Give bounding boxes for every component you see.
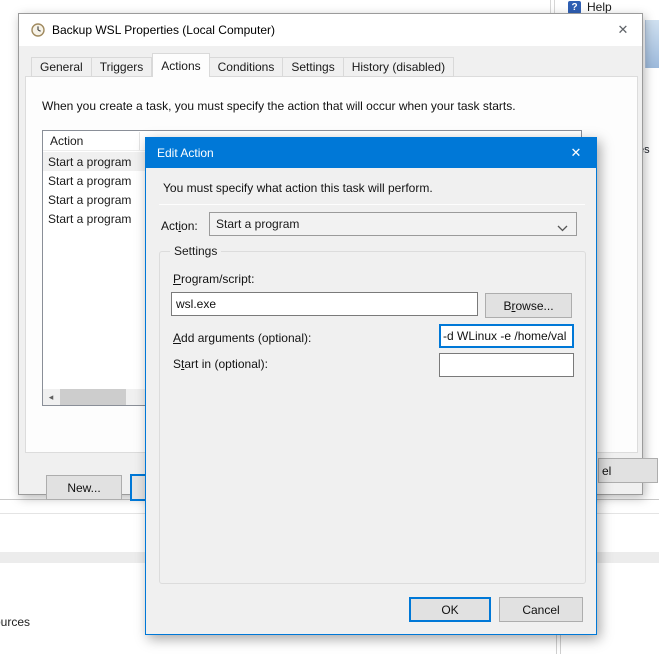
scrollbar-thumb[interactable] bbox=[60, 389, 126, 405]
new-button[interactable]: New... bbox=[46, 475, 122, 500]
action-select-value: Start a program bbox=[216, 217, 299, 231]
action-column-header: Action bbox=[50, 134, 83, 148]
background-text-fragment: ources bbox=[0, 615, 30, 629]
program-script-input[interactable] bbox=[171, 292, 478, 316]
background-divider bbox=[560, 634, 561, 654]
ok-button[interactable]: OK bbox=[409, 597, 491, 622]
action-label: Action: bbox=[161, 219, 198, 233]
program-script-label: Program/script: bbox=[173, 272, 254, 286]
tab-settings[interactable]: Settings bbox=[283, 57, 343, 77]
close-icon[interactable]: ✕ bbox=[562, 141, 590, 165]
tab-history[interactable]: History (disabled) bbox=[344, 57, 454, 77]
column-divider[interactable] bbox=[139, 132, 140, 150]
actions-description: When you create a task, you must specify… bbox=[42, 99, 622, 113]
edit-action-titlebar[interactable]: Edit Action ✕ bbox=[146, 138, 596, 168]
background-divider bbox=[556, 634, 557, 654]
help-label: Help bbox=[587, 0, 612, 14]
start-in-label: Start in (optional): bbox=[173, 357, 268, 371]
separator bbox=[159, 204, 585, 205]
action-select[interactable]: Start a program bbox=[209, 212, 577, 236]
tab-conditions[interactable]: Conditions bbox=[210, 57, 284, 77]
browse-button[interactable]: Browse... bbox=[485, 293, 572, 318]
properties-dialog-title: Backup WSL Properties (Local Computer) bbox=[52, 23, 275, 37]
toolbar-separator bbox=[550, 0, 551, 14]
edit-action-dialog: Edit Action ✕ You must specify what acti… bbox=[145, 137, 597, 635]
edit-action-message: You must specify what action this task w… bbox=[163, 181, 433, 195]
task-scheduler-clock-icon bbox=[31, 23, 45, 37]
cancel-button[interactable]: Cancel bbox=[499, 597, 583, 622]
settings-group-label: Settings bbox=[170, 244, 221, 258]
edit-action-title: Edit Action bbox=[157, 146, 214, 160]
tab-triggers[interactable]: Triggers bbox=[92, 57, 153, 77]
help-icon: ? bbox=[568, 1, 581, 14]
help-menu-item[interactable]: ? Help bbox=[568, 0, 638, 14]
start-in-input[interactable] bbox=[439, 353, 574, 377]
tab-strip: General Triggers Actions Conditions Sett… bbox=[31, 55, 454, 77]
tab-general[interactable]: General bbox=[31, 57, 92, 77]
toolbar-separator bbox=[554, 0, 555, 14]
cancel-button-partial[interactable]: el bbox=[598, 458, 658, 483]
properties-titlebar[interactable]: Backup WSL Properties (Local Computer) ✕ bbox=[19, 14, 642, 46]
close-icon[interactable]: ✕ bbox=[611, 18, 635, 42]
tab-actions[interactable]: Actions bbox=[152, 53, 209, 77]
scroll-left-icon[interactable]: ◂ bbox=[43, 389, 59, 405]
chevron-down-icon bbox=[557, 221, 568, 235]
add-arguments-input[interactable] bbox=[439, 324, 574, 348]
background-pane-fragment bbox=[645, 20, 659, 68]
add-arguments-label: Add arguments (optional): bbox=[173, 331, 311, 345]
